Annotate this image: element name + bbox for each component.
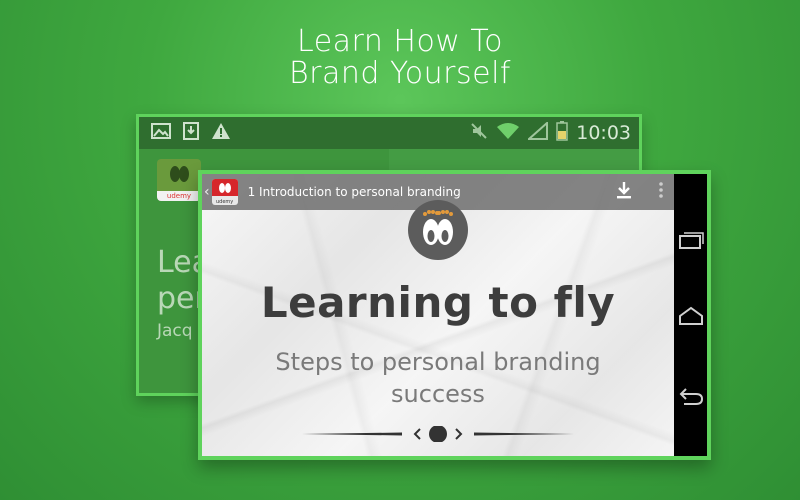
mute-icon — [470, 122, 488, 144]
back-course-author: Jacq — [157, 321, 193, 341]
home-icon[interactable] — [678, 306, 704, 326]
slide-title: Learning to fly — [260, 278, 616, 327]
image-icon — [151, 123, 171, 143]
badge-label: udemy — [215, 199, 234, 205]
course-app-icon[interactable]: udemy — [157, 159, 201, 201]
back-chevron-icon[interactable]: ‹ — [204, 184, 210, 200]
headline: Learn How To Brand Yourself — [0, 26, 800, 90]
lecture-title: 1 Introduction to personal branding — [247, 185, 461, 199]
slide-subtitle-line1: Steps to personal branding — [275, 348, 601, 376]
download-icon[interactable] — [616, 181, 632, 203]
wifi-icon — [496, 122, 520, 144]
overflow-menu-icon[interactable] — [658, 181, 664, 203]
warning-icon — [211, 122, 231, 144]
ornament-divider — [302, 425, 574, 443]
status-clock: 10:03 — [576, 122, 631, 144]
status-bar: 10:03 — [139, 117, 639, 149]
battery-icon — [556, 121, 568, 145]
recent-apps-icon[interactable] — [678, 230, 704, 250]
slide-area: ‹ udemy 1 Introduction to personal brand… — [202, 174, 674, 456]
system-nav-bar — [674, 174, 707, 456]
signal-icon — [526, 120, 549, 144]
download-icon — [183, 122, 199, 144]
app-icon-label: udemy — [157, 191, 201, 201]
back-icon[interactable] — [678, 386, 704, 406]
headline-line1: Learn How To — [297, 24, 503, 59]
udemy-badge[interactable]: udemy — [211, 179, 238, 205]
headline-line2: Brand Yourself — [289, 56, 511, 91]
slide-subtitle-line2: success — [391, 380, 485, 408]
slide-subtitle: Steps to personal branding success — [262, 346, 614, 410]
feet-logo-icon — [408, 200, 468, 260]
front-phone-screen: ‹ udemy 1 Introduction to personal brand… — [198, 170, 711, 460]
